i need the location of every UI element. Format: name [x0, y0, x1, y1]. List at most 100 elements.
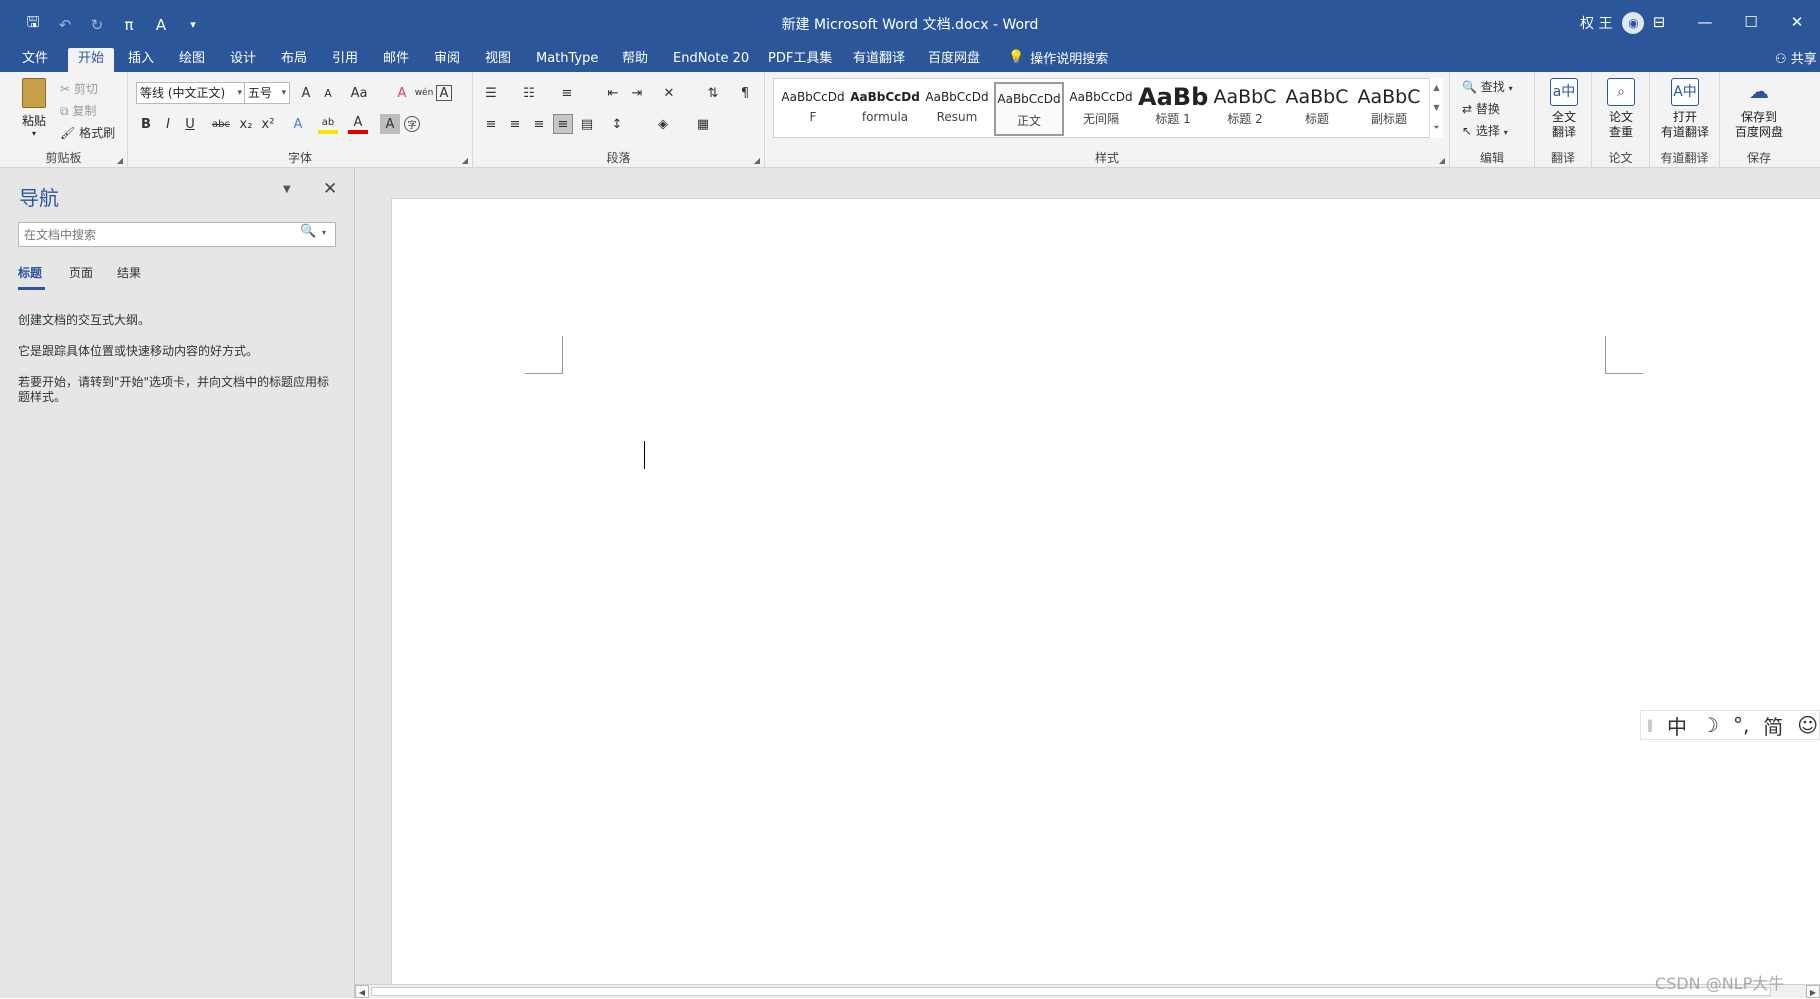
dialog-launcher-icon[interactable]: ◢: [1439, 156, 1445, 165]
underline-icon[interactable]: U: [180, 114, 200, 134]
grow-font-icon[interactable]: A: [296, 83, 316, 103]
highlight-icon[interactable]: ab: [318, 114, 338, 134]
shading-icon[interactable]: ◈: [653, 114, 673, 134]
sort-icon[interactable]: ⇅: [703, 83, 723, 103]
tab-baidu[interactable]: 百度网盘: [918, 48, 990, 72]
punctuation-toggle[interactable]: °,: [1733, 713, 1749, 737]
emoji-icon[interactable]: ☺: [1797, 713, 1818, 737]
style-heading-2[interactable]: AaBbC 标题 2: [1210, 82, 1280, 136]
copy-button[interactable]: ⧉ 复制: [60, 102, 96, 119]
bullets-icon[interactable]: ☰: [481, 83, 501, 103]
tab-layout[interactable]: 布局: [271, 48, 317, 72]
increase-indent-icon[interactable]: ⇥: [627, 83, 647, 103]
bold-icon[interactable]: B: [136, 114, 156, 134]
close-icon[interactable]: ✕: [323, 179, 337, 199]
tab-home[interactable]: 开始: [68, 48, 115, 72]
tab-help[interactable]: 帮助: [612, 48, 658, 72]
numbering-icon[interactable]: ☷: [519, 83, 539, 103]
scroll-left-icon[interactable]: ◀: [355, 985, 369, 998]
minimize-icon[interactable]: —: [1682, 0, 1728, 44]
chevron-down-icon[interactable]: ▼: [283, 184, 291, 195]
tab-mailings[interactable]: 邮件: [373, 48, 419, 72]
ribbon-display-icon[interactable]: ⊟: [1636, 0, 1682, 44]
tab-insert[interactable]: 插入: [118, 48, 164, 72]
tab-mathtype[interactable]: MathType: [526, 48, 608, 72]
chevron-up-icon[interactable]: ▲: [1433, 83, 1439, 92]
dialog-launcher-icon[interactable]: ◢: [462, 156, 468, 165]
tab-design[interactable]: 设计: [220, 48, 266, 72]
style-f[interactable]: AaBbCcDd F: [778, 82, 848, 136]
nav-tab-pages[interactable]: 页面: [69, 264, 93, 281]
user-account[interactable]: 权 王 ◉: [1580, 12, 1645, 34]
nav-tab-results[interactable]: 结果: [117, 264, 141, 281]
chevron-down-icon[interactable]: ▾: [322, 228, 326, 237]
full-translate-button[interactable]: a中 全文 翻译: [1539, 78, 1589, 140]
redo-icon[interactable]: ↻: [84, 16, 110, 34]
text-effects-icon[interactable]: A: [288, 114, 308, 134]
font-color-icon[interactable]: A: [348, 114, 368, 134]
tab-view[interactable]: 视图: [475, 48, 521, 72]
align-right-icon[interactable]: ≡: [529, 114, 549, 134]
tab-references[interactable]: 引用: [322, 48, 368, 72]
format-painter-button[interactable]: 🖌 格式刷: [60, 124, 115, 141]
style-heading-1[interactable]: AaBb 标题 1: [1138, 82, 1208, 136]
find-button[interactable]: 🔍 查找 ▾: [1462, 78, 1513, 95]
tab-file[interactable]: 文件: [12, 48, 58, 72]
style-gallery-scroll[interactable]: ▲ ▼ ⏷: [1429, 78, 1443, 138]
scroll-thumb[interactable]: [371, 987, 1771, 996]
moon-icon[interactable]: ☽: [1701, 713, 1719, 737]
italic-icon[interactable]: I: [158, 114, 178, 134]
align-left-icon[interactable]: ≡: [481, 114, 501, 134]
tab-endnote[interactable]: EndNote 20: [663, 48, 759, 72]
font-name-select[interactable]: 等线 (中文正文) ▾: [136, 82, 246, 104]
clear-format-icon[interactable]: A: [392, 83, 412, 103]
simplified-toggle[interactable]: 简: [1763, 711, 1783, 740]
nav-tab-headings[interactable]: 标题: [18, 264, 42, 281]
drag-handle[interactable]: ‖: [1647, 718, 1653, 732]
share-button[interactable]: ⚇ 共享: [1775, 48, 1817, 67]
scroll-right-icon[interactable]: ▶: [1806, 985, 1820, 998]
style-normal[interactable]: AaBbCcDd 正文: [994, 82, 1064, 136]
style-formula[interactable]: AaBbCcDd formula: [850, 82, 920, 136]
tab-pdf-tools[interactable]: PDF工具集: [758, 48, 842, 72]
dialog-launcher-icon[interactable]: ◢: [754, 156, 760, 165]
style-subtitle[interactable]: AaBbC 副标题: [1354, 82, 1424, 136]
open-youdao-button[interactable]: A中 打开 有道翻译: [1654, 78, 1716, 140]
save-to-baidu-button[interactable]: ☁ 保存到 百度网盘: [1728, 78, 1790, 140]
horizontal-scrollbar[interactable]: ◀ ▶: [355, 984, 1820, 998]
char-border-icon[interactable]: A: [436, 85, 452, 101]
align-center-icon[interactable]: ≡: [505, 114, 525, 134]
chinese-layout-icon[interactable]: ✕: [659, 83, 679, 103]
cut-button[interactable]: ✂ 剪切: [60, 80, 98, 97]
paste-button[interactable]: 粘贴 ▾: [18, 78, 50, 138]
distribute-icon[interactable]: ▤: [577, 114, 597, 134]
enclose-char-icon[interactable]: 字: [404, 116, 420, 132]
show-marks-icon[interactable]: ¶: [735, 83, 755, 103]
style-no-spacing[interactable]: AaBbCcDd 无间隔: [1066, 82, 1136, 136]
thesis-check-button[interactable]: ⌕ 论文 查重: [1596, 78, 1646, 140]
nav-search-input[interactable]: [18, 222, 336, 247]
tab-youdao[interactable]: 有道翻译: [843, 48, 915, 72]
phonetic-guide-icon[interactable]: wén: [414, 83, 434, 103]
close-icon[interactable]: ✕: [1774, 0, 1820, 44]
format-icon[interactable]: A: [148, 16, 174, 34]
style-title[interactable]: AaBbC 标题: [1282, 82, 1352, 136]
superscript-icon[interactable]: x²: [258, 114, 278, 134]
tab-review[interactable]: 审阅: [424, 48, 470, 72]
customize-qat-icon[interactable]: ▾: [180, 18, 206, 31]
decrease-indent-icon[interactable]: ⇤: [603, 83, 623, 103]
multilevel-list-icon[interactable]: ≡: [557, 83, 577, 103]
search-icon[interactable]: 🔍: [300, 224, 316, 239]
tab-draw[interactable]: 绘图: [169, 48, 215, 72]
subscript-icon[interactable]: x₂: [236, 114, 256, 134]
replace-button[interactable]: ⇄ 替换: [1462, 100, 1500, 117]
strikethrough-icon[interactable]: abc: [208, 114, 234, 134]
gallery-more-icon[interactable]: ⏷: [1433, 123, 1439, 133]
ime-mode-toggle[interactable]: 中: [1667, 711, 1687, 740]
style-resum[interactable]: AaBbCcDd Resum: [922, 82, 992, 136]
shrink-font-icon[interactable]: A: [318, 83, 338, 103]
dialog-launcher-icon[interactable]: ◢: [117, 156, 123, 165]
tell-me-search[interactable]: 💡 操作说明搜索: [1008, 48, 1108, 67]
justify-icon[interactable]: ≡: [553, 114, 573, 134]
char-shading-icon[interactable]: A: [380, 114, 400, 134]
